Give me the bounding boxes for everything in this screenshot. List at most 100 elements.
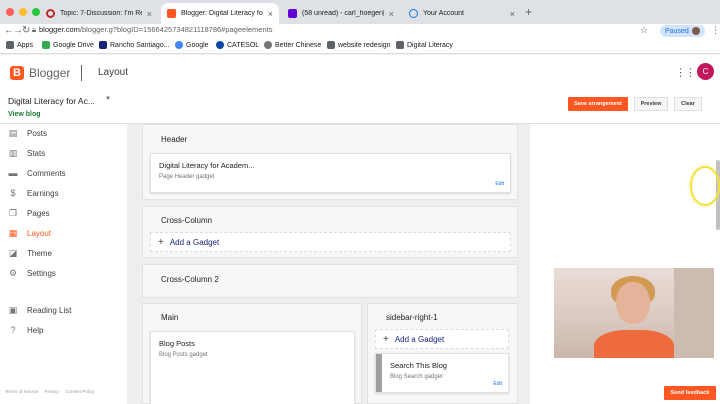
reload-icon[interactable]: ↻ xyxy=(22,25,30,36)
sidebar-item-stats[interactable]: ▥ Stats xyxy=(8,148,46,158)
sidebar-item-layout[interactable]: ▦ Layout xyxy=(8,228,51,238)
header-gadget[interactable]: Digital Literacy for Academ... Page Head… xyxy=(150,153,511,193)
sidebar-item-theme[interactable]: ◪ Theme xyxy=(8,248,52,258)
cross-column-section: Cross-Column + Add a Gadget xyxy=(142,206,518,258)
right-panel xyxy=(530,124,720,404)
sidebar-item-settings[interactable]: ⚙ Settings xyxy=(8,268,56,278)
sidebar-item-label: Stats xyxy=(27,148,46,158)
section-title: sidebar-right-1 xyxy=(386,313,438,322)
globe-favicon-icon xyxy=(409,9,418,18)
posts-icon: ▤ xyxy=(8,127,18,138)
webcam-person-body xyxy=(594,330,674,358)
url-host: blogger.com xyxy=(39,25,80,34)
bookmark-better-chinese[interactable]: Better Chinese xyxy=(264,41,321,49)
main-section: Main Blog Posts Blog Posts gadget xyxy=(142,303,362,404)
search-gadget[interactable]: Search This Blog Blog Search gadget Edit xyxy=(375,353,509,393)
sidebar-item-comments[interactable]: ▬ Comments xyxy=(8,168,66,178)
dropdown-caret-icon[interactable]: ▼ xyxy=(105,96,111,102)
account-avatar[interactable]: C xyxy=(697,63,714,80)
send-feedback-button[interactable]: Send feedback xyxy=(664,386,716,400)
url-path: /blogger.g?blogID=1566425734821118786#pa… xyxy=(79,25,273,34)
add-gadget-button[interactable]: + Add a Gadget xyxy=(150,232,511,252)
close-tab-icon[interactable]: × xyxy=(389,9,394,19)
sidebar-item-label: Layout xyxy=(27,228,52,238)
browser-tab-bar: Topic: 7-Discussion: I'm Ready × Blogger… xyxy=(0,0,720,24)
app-name[interactable]: Blogger xyxy=(29,66,70,80)
bookmark-star-icon[interactable]: ☆ xyxy=(640,25,648,36)
reading-list-icon: ▣ xyxy=(8,304,18,315)
section-title: Cross-Column 2 xyxy=(161,275,219,284)
browser-tab-active[interactable]: Blogger: Digital Literacy for Ac × xyxy=(161,3,279,24)
close-tab-icon[interactable]: × xyxy=(268,9,273,19)
minimize-window-icon[interactable] xyxy=(19,8,27,16)
sidebar-item-posts[interactable]: ▤ Posts xyxy=(8,128,47,138)
edit-link[interactable]: Edit xyxy=(495,181,504,187)
discussion-favicon-icon xyxy=(46,9,55,18)
sidebar-item-earnings[interactable]: $ Earnings xyxy=(8,188,59,198)
close-tab-icon[interactable]: × xyxy=(510,9,515,19)
sidebar-item-reading-list[interactable]: ▣ Reading List xyxy=(8,304,72,315)
maximize-window-icon[interactable] xyxy=(32,8,40,16)
bookmark-google[interactable]: Google xyxy=(175,41,209,49)
earnings-icon: $ xyxy=(10,188,16,198)
sidebar-right-section: sidebar-right-1 + Add a Gadget Search Thi… xyxy=(367,303,518,404)
close-tab-icon[interactable]: × xyxy=(147,9,152,19)
blog-posts-gadget[interactable]: Blog Posts Blog Posts gadget xyxy=(150,331,355,404)
browser-menu-icon[interactable]: ⋮ xyxy=(711,25,720,36)
bookmark-label: Digital Literacy xyxy=(407,41,453,49)
header-divider xyxy=(81,65,82,81)
bookmark-label: Rancho Santiago... xyxy=(110,41,170,49)
edit-link[interactable]: Edit xyxy=(493,381,502,387)
profile-button[interactable]: Paused xyxy=(660,25,705,37)
folder-icon xyxy=(327,41,335,49)
rancho-icon xyxy=(99,41,107,49)
close-window-icon[interactable] xyxy=(6,8,14,16)
sidebar-item-pages[interactable]: ❐ Pages xyxy=(8,208,50,218)
header-section: Header Digital Literacy for Academ... Pa… xyxy=(142,124,518,200)
terms-link[interactable]: Terms of Service xyxy=(5,389,39,394)
tab-title: Topic: 7-Discussion: I'm Ready xyxy=(60,10,142,17)
catesol-icon xyxy=(216,41,224,49)
blogger-logo-icon[interactable]: B xyxy=(10,66,24,80)
blogger-header: B Blogger Layout ⋮⋮⋮ C xyxy=(0,55,720,91)
tab-title: (58 unread) - carl_hoeger@ya xyxy=(302,10,384,17)
add-gadget-label: Add a Gadget xyxy=(394,334,445,344)
layout-icon: ▦ xyxy=(8,227,18,238)
browser-tab[interactable]: Topic: 7-Discussion: I'm Ready × xyxy=(40,3,158,24)
browser-tab[interactable]: Your Account × xyxy=(403,3,521,24)
bookmark-catesol[interactable]: CATESOL xyxy=(216,41,259,49)
drag-handle[interactable] xyxy=(376,354,382,392)
add-gadget-button[interactable]: + Add a Gadget xyxy=(375,329,509,349)
better-chinese-icon xyxy=(264,41,272,49)
settings-icon: ⚙ xyxy=(8,267,18,278)
plus-icon: + xyxy=(158,236,164,248)
help-icon: ? xyxy=(10,325,16,335)
bookmark-apps[interactable]: Apps xyxy=(6,41,33,49)
clear-button[interactable]: Clear xyxy=(674,97,702,111)
bookmark-website-redesign[interactable]: website redesign xyxy=(327,41,391,49)
pages-icon: ❐ xyxy=(8,207,18,218)
bookmark-rancho[interactable]: Rancho Santiago... xyxy=(99,41,170,49)
cursor-highlight xyxy=(690,166,720,206)
gadget-title: Search This Blog xyxy=(390,361,447,370)
sidebar-item-help[interactable]: ? Help xyxy=(8,325,43,335)
save-arrangement-button[interactable]: Save arrangement xyxy=(568,97,628,111)
privacy-link[interactable]: Privacy xyxy=(45,389,60,394)
url-field[interactable]: 🔒︎ blogger.com/blogger.g?blogID=156642573… xyxy=(32,25,272,35)
view-blog-link[interactable]: View blog xyxy=(8,111,41,118)
content-policy-link[interactable]: Content Policy xyxy=(65,389,94,394)
bookmark-google-drive[interactable]: Google Drive xyxy=(42,41,94,49)
webcam-background xyxy=(674,268,714,358)
page-title: Layout xyxy=(98,67,129,78)
sidebar-item-label: Earnings xyxy=(27,188,59,198)
preview-button[interactable]: Preview xyxy=(634,97,668,111)
blog-selector[interactable]: Digital Literacy for Ac... xyxy=(8,96,95,106)
comments-icon: ▬ xyxy=(8,168,18,178)
gadget-subtitle: Blog Search gadget xyxy=(390,374,443,380)
new-tab-icon[interactable]: + xyxy=(525,5,532,19)
browser-tab[interactable]: (58 unread) - carl_hoeger@ya × xyxy=(282,3,400,24)
sidebar-item-label: Posts xyxy=(27,128,48,138)
window-controls xyxy=(6,8,40,16)
bookmark-digital-literacy[interactable]: Digital Literacy xyxy=(396,41,453,49)
bookmark-label: CATESOL xyxy=(227,41,260,49)
